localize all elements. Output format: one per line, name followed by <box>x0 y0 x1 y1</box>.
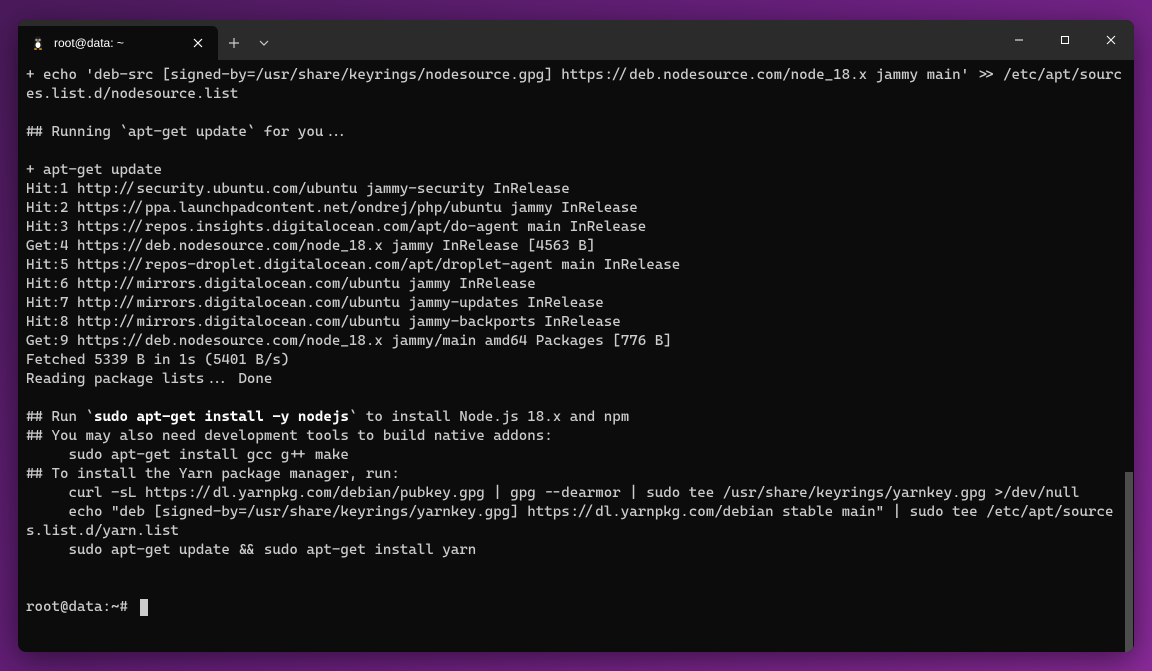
tab-active[interactable]: root@data: ~ <box>18 26 218 60</box>
terminal-output: + echo 'deb-src [signed-by=/usr/share/ke… <box>26 66 1126 617</box>
maximize-button[interactable] <box>1042 20 1088 60</box>
title-bar: root@data: ~ <box>18 20 1134 60</box>
terminal-content[interactable]: + echo 'deb-src [signed-by=/usr/share/ke… <box>18 60 1134 652</box>
minimize-button[interactable] <box>996 20 1042 60</box>
close-tab-icon[interactable] <box>190 35 206 51</box>
close-window-button[interactable] <box>1088 20 1134 60</box>
tab-dropdown-button[interactable] <box>250 26 278 60</box>
scrollbar[interactable] <box>1125 60 1133 652</box>
terminal-window: root@data: ~ <box>18 20 1134 652</box>
tabs-area: root@data: ~ <box>18 20 278 60</box>
tab-title: root@data: ~ <box>54 36 182 50</box>
penguin-icon <box>30 35 46 51</box>
window-controls <box>996 20 1134 60</box>
scrollbar-thumb[interactable] <box>1125 472 1133 652</box>
new-tab-button[interactable] <box>218 26 250 60</box>
